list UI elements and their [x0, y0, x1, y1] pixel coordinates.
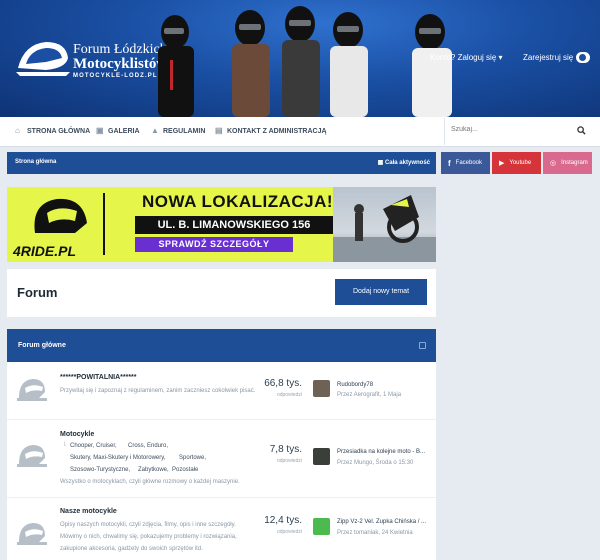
forum-description: Wszystko o motocyklach, czyli główne roz…	[60, 479, 240, 485]
home-icon: ⌂	[15, 126, 20, 135]
breadcrumb-home[interactable]: Strona główna	[15, 159, 56, 165]
facebook-label: Facebook	[455, 160, 483, 166]
nav-rules[interactable]: ▲ Regulamin	[151, 127, 205, 135]
forum-row: Nasze motocykle Opisy naszych motocykli,…	[7, 498, 436, 560]
last-post-title[interactable]: Przesiadka na kolejne moto - B...	[337, 449, 425, 455]
forum-description: Przywitaj się i zapoznaj z regulaminem, …	[60, 388, 256, 394]
reply-count: 66,8 tys.	[264, 378, 302, 389]
subforum-link[interactable]: Sportowe,	[179, 453, 206, 464]
last-post-title[interactable]: Zipp Vz-2 Vel. Zupka Chińska / ...	[337, 519, 426, 525]
nav-gallery[interactable]: ▣ Galeria	[96, 127, 140, 135]
site-header: Forum Łódzkich Motocyklistów MOTOCYKLE-L…	[0, 0, 600, 117]
new-topic-button[interactable]: Dodaj nowy temat	[335, 279, 427, 305]
facebook-button[interactable]: f Facebook	[441, 152, 490, 174]
forum-row: ******POWITALNIA****** Przywitaj się i z…	[7, 362, 436, 420]
activity-icon: ▦	[377, 160, 385, 166]
breadcrumb: Strona główna ▦ Cała aktywność	[7, 152, 436, 174]
forum-list: ******POWITALNIA****** Przywitaj się i z…	[7, 362, 436, 560]
subforum-link[interactable]: Pozostałe	[172, 465, 198, 476]
site-logo-icon[interactable]	[16, 38, 70, 78]
banner-divider	[103, 193, 105, 255]
youtube-button[interactable]: ▶ Youtube	[492, 152, 541, 174]
nav-gallery-label: Galeria	[108, 127, 140, 135]
category-title[interactable]: Forum główne	[18, 342, 66, 349]
last-post-meta: Przez Mungo, Środa o 15:30	[337, 460, 414, 466]
banner-address: UL. B. LIMANOWSKIEGO 156	[135, 216, 333, 234]
avatar[interactable]	[313, 448, 330, 465]
forum-title[interactable]: ******POWITALNIA******	[60, 374, 137, 381]
collapse-icon[interactable]	[419, 342, 426, 349]
login-link[interactable]: Konto? Zaloguj się ▾	[430, 53, 503, 62]
reply-count: 7,8 tys.	[269, 444, 302, 455]
search-box	[444, 118, 594, 145]
forum-helmet-icon	[17, 379, 47, 401]
last-post-title[interactable]: Rudobordy78	[337, 382, 373, 388]
instagram-label: Instagram	[561, 160, 588, 166]
forum-title[interactable]: Motocykle	[60, 431, 94, 438]
youtube-icon: ▶	[499, 160, 505, 167]
nav-contact[interactable]: ▤ Kontakt z administracją	[215, 127, 327, 135]
reply-count-label: odpowiedzi	[276, 529, 302, 535]
subforum-link[interactable]: Szosowo-Turystyczne,	[70, 465, 130, 476]
forum-row: Motocykle └ Chooper, Cruiser, Cross, End…	[7, 420, 436, 498]
subforum-link[interactable]: Cross, Enduro,	[128, 441, 168, 452]
subforum-link[interactable]: Zabytkowe,	[138, 465, 169, 476]
forum-helmet-icon	[17, 445, 47, 467]
nav-rules-label: Regulamin	[163, 127, 206, 135]
forum-header: Forum Dodaj nowy temat	[7, 269, 436, 317]
avatar[interactable]	[313, 380, 330, 397]
forum-helmet-icon	[17, 523, 47, 545]
banner-photo: sklep	[333, 187, 436, 262]
banner-cta[interactable]: SPRAWDŹ SZCZEGÓŁY	[135, 237, 293, 252]
reply-count-label: odpowiedzi	[276, 392, 302, 398]
riders-illustration	[158, 6, 452, 117]
theme-toggle[interactable]	[576, 52, 590, 63]
ad-banner[interactable]: 4RIDE.PL NOWA LOKALIZACJA! UL. B. LIMANO…	[7, 187, 436, 262]
search-icon[interactable]	[577, 126, 586, 135]
motorcycle-photo-icon	[333, 195, 436, 262]
facebook-icon: f	[448, 158, 451, 168]
subforum-branch-icon: └	[62, 443, 67, 449]
nav-contact-label: Kontakt z administracją	[227, 127, 327, 135]
forum-description: Opisy naszych motocykli, czyli zdjęcia, …	[60, 522, 237, 552]
category-header: Forum główne	[7, 329, 436, 362]
last-post-meta: Przez tomaniak, 24 Kwietnia	[337, 530, 413, 536]
banner-brand: 4RIDE.PL	[13, 243, 77, 259]
forum-title[interactable]: Nasze motocykle	[60, 508, 117, 515]
instagram-icon: ◎	[550, 160, 557, 167]
instagram-button[interactable]: ◎ Instagram	[543, 152, 592, 174]
last-post-meta: Przez Aerografit, 1 Maja	[337, 392, 402, 398]
avatar[interactable]	[313, 518, 330, 535]
nav-home[interactable]: ⌂ Strona główna	[15, 127, 90, 135]
search-input[interactable]	[451, 126, 561, 133]
youtube-label: Youtube	[509, 160, 532, 166]
banner-title: NOWA LOKALIZACJA!	[142, 192, 334, 211]
activity-label: Cała aktywność	[384, 160, 430, 166]
reply-count: 12,4 tys.	[264, 515, 302, 526]
subforum-link[interactable]: Chooper, Cruiser,	[70, 441, 117, 452]
document-icon: ▤	[215, 126, 223, 135]
activity-link[interactable]: ▦ Cała aktywność	[378, 159, 430, 166]
helmet-logo-icon	[34, 198, 87, 233]
subforum-link[interactable]: Skutery, Maxi-Skutery i Motorowery,	[70, 453, 165, 464]
reply-count-label: odpowiedzi	[276, 458, 302, 464]
warning-icon: ▲	[151, 126, 159, 135]
nav-home-label: Strona główna	[27, 127, 91, 135]
register-link[interactable]: Zarejestruj się	[523, 53, 573, 62]
camera-icon: ▣	[96, 126, 104, 135]
page-title: Forum	[17, 285, 58, 300]
